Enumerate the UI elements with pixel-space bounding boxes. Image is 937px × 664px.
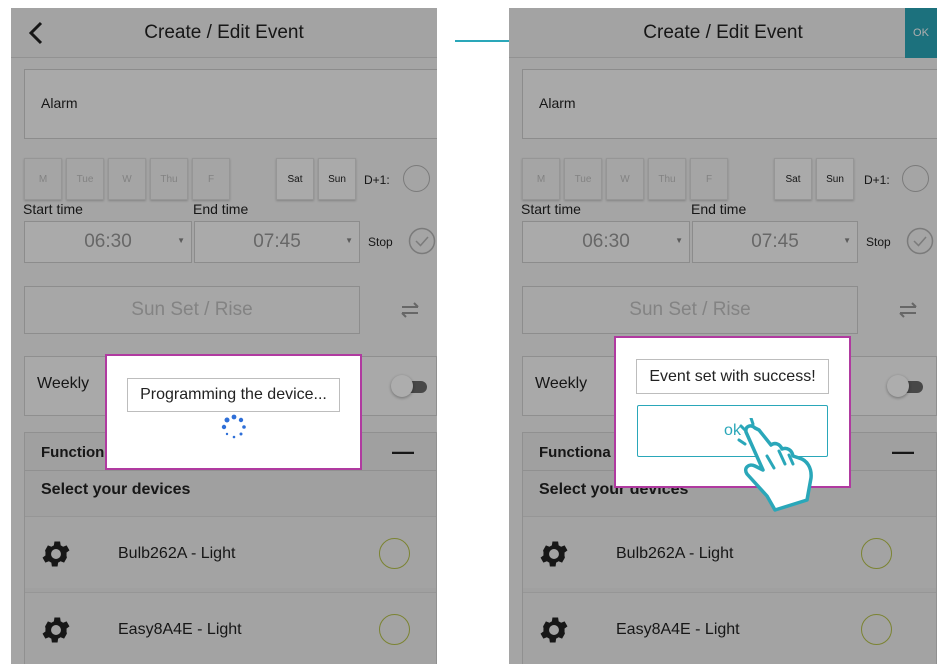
modal-overlay xyxy=(11,8,437,664)
pointing-hand-icon xyxy=(737,418,813,512)
screen-programming: Create / Edit Event Alarm M Tue W Thu F … xyxy=(11,8,437,664)
loading-spinner-icon xyxy=(221,414,246,439)
programming-dialog: Programming the device... xyxy=(105,354,362,470)
dialog-message: Event set with success! xyxy=(636,359,829,394)
screen-success: Create / Edit Event OK Alarm M Tue W Thu… xyxy=(509,8,937,664)
dialog-message: Programming the device... xyxy=(127,378,340,412)
connector-line xyxy=(455,40,515,42)
